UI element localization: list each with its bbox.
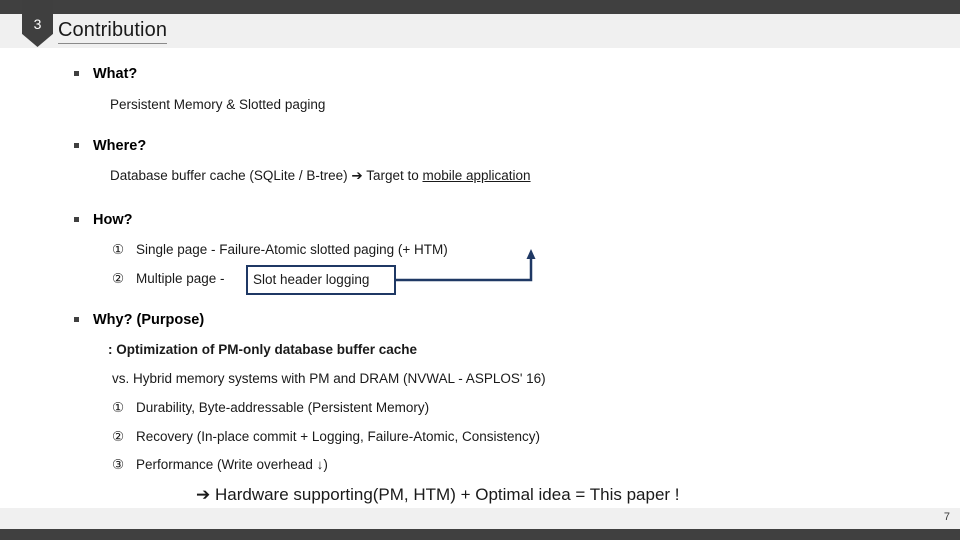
- slot-header-logging-box: Slot header logging: [246, 265, 396, 295]
- footer-band: [0, 508, 960, 529]
- page-number: 7: [943, 511, 950, 523]
- conclusion-line: ➔ Hardware supporting(PM, HTM) + Optimal…: [196, 485, 680, 504]
- connector-arrow: [396, 249, 536, 282]
- bottom-decorative-bar: [0, 529, 960, 540]
- slot-header-logging-label: Slot header logging: [253, 272, 370, 287]
